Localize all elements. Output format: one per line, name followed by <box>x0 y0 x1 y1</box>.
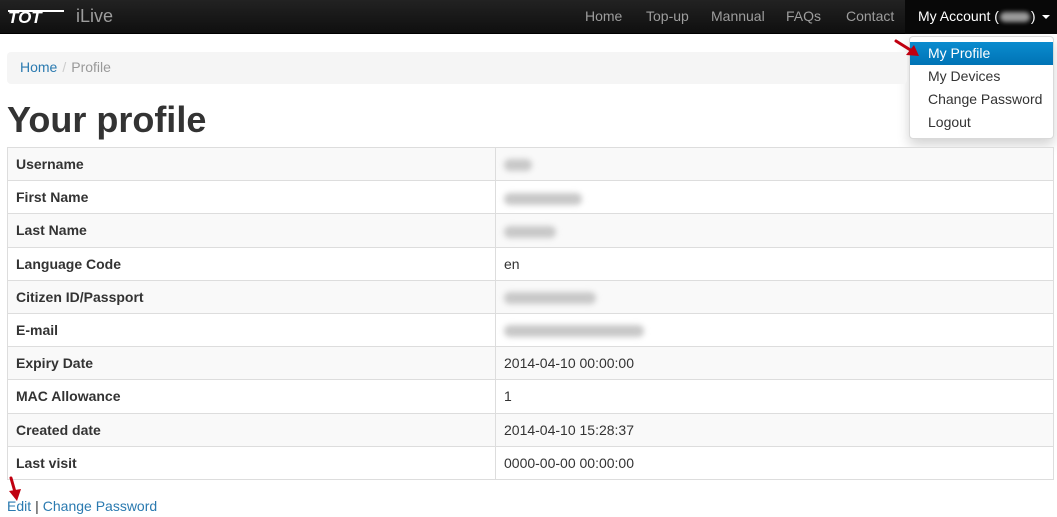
link-separator: | <box>35 498 39 514</box>
breadcrumb-separator: / <box>62 59 67 75</box>
breadcrumb: Home / Profile <box>7 52 907 84</box>
table-row: Username <box>7 146 1054 181</box>
brand-name: iLive <box>76 5 114 26</box>
table-row: First Name <box>7 180 1054 214</box>
table-row: MAC Allowance 1 <box>7 379 1054 413</box>
row-label: Last visit <box>7 445 496 480</box>
table-row: E-mail <box>7 312 1054 347</box>
row-value: 2014-04-10 00:00:00 <box>495 346 1054 380</box>
change-password-link[interactable]: Change Password <box>43 498 157 514</box>
account-label-prefix: My Account ( <box>918 8 999 24</box>
table-row: Created date 2014-04-10 15:28:37 <box>7 412 1054 447</box>
row-label: Last Name <box>7 213 496 248</box>
top-navbar: TOT iLive Home Top-up Mannual FAQs Conta… <box>0 0 1057 34</box>
row-value: 0000-00-00 00:00:00 <box>495 445 1054 480</box>
table-row: Last Name <box>7 213 1054 248</box>
table-row: Last visit 0000-00-00 00:00:00 <box>7 445 1054 480</box>
row-label: Citizen ID/Passport <box>7 279 496 314</box>
row-label: Created date <box>7 412 496 447</box>
nav-faqs[interactable]: FAQs <box>786 0 821 34</box>
tot-logo-icon: TOT <box>8 8 64 26</box>
table-row: Language Code en <box>7 246 1054 281</box>
table-row: Expiry Date 2014-04-10 00:00:00 <box>7 346 1054 380</box>
redacted-value <box>504 292 596 305</box>
row-value: 1 <box>495 379 1054 413</box>
nav-top-up[interactable]: Top-up <box>646 0 689 34</box>
breadcrumb-current: Profile <box>71 59 111 75</box>
row-label: Language Code <box>7 246 496 281</box>
nav-home[interactable]: Home <box>585 0 622 34</box>
dropdown-item-my-profile[interactable]: My Profile <box>910 42 1053 65</box>
my-account-menu[interactable]: My Account () <box>905 0 1057 34</box>
account-label-suffix: ) <box>1030 8 1036 24</box>
caret-down-icon <box>1041 15 1050 20</box>
profile-table: Username First Name Last Name Language C… <box>7 146 1054 480</box>
page-title: Your profile <box>7 99 207 140</box>
row-label: Expiry Date <box>7 346 496 380</box>
redacted-username <box>999 12 1030 23</box>
row-value <box>495 312 1054 347</box>
row-value <box>495 213 1054 248</box>
redacted-value <box>504 225 556 238</box>
row-label: Username <box>7 146 496 181</box>
dropdown-item-my-devices[interactable]: My Devices <box>910 65 1053 88</box>
redacted-value <box>504 325 644 338</box>
row-label: First Name <box>7 180 496 214</box>
row-value <box>495 180 1054 214</box>
row-value <box>495 279 1054 314</box>
profile-actions: Edit | Change Password <box>7 497 157 515</box>
row-label: MAC Allowance <box>7 379 496 413</box>
nav-manual[interactable]: Mannual <box>711 0 765 34</box>
annotation-arrow-icon <box>894 39 919 56</box>
account-dropdown-menu: My Profile My Devices Change Password Lo… <box>909 36 1054 139</box>
row-value: 2014-04-10 15:28:37 <box>495 412 1054 447</box>
breadcrumb-home[interactable]: Home <box>20 59 57 75</box>
row-value: en <box>495 246 1054 281</box>
nav-contact[interactable]: Contact <box>846 0 894 34</box>
redacted-value <box>504 159 532 172</box>
row-value <box>495 146 1054 181</box>
table-row: Citizen ID/Passport <box>7 279 1054 314</box>
annotation-arrow-icon <box>9 476 21 501</box>
redacted-value <box>504 192 582 205</box>
dropdown-item-change-password[interactable]: Change Password <box>910 88 1053 111</box>
dropdown-item-logout[interactable]: Logout <box>910 111 1053 134</box>
brand[interactable]: TOT iLive <box>8 0 113 34</box>
row-label: E-mail <box>7 312 496 347</box>
